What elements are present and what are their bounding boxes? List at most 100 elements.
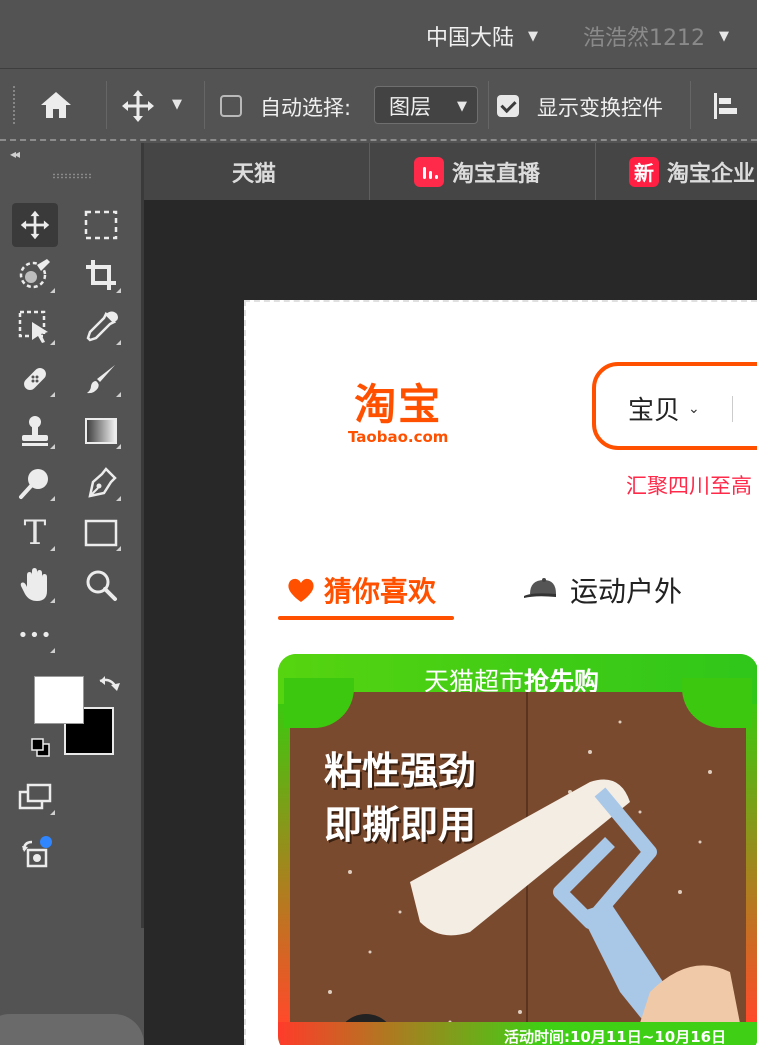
tab-taobao-live[interactable]: 淘宝直播 [414, 143, 540, 200]
menu-bar: 中国大陆 ▼ 浩浩然1212 ▼ [0, 0, 757, 68]
dodge-icon [19, 469, 48, 499]
hand-tool[interactable] [12, 563, 58, 607]
show-transform-controls-checkbox[interactable] [497, 95, 519, 117]
foreground-color-swatch[interactable] [34, 676, 84, 724]
tab-guess-you-like[interactable]: 猜你喜欢 [286, 562, 436, 618]
canvas-area[interactable]: 淘宝 Taobao.com 宝贝 ⌄ 汇聚四川至高 猜你喜欢 运动户外 天猫超市… [144, 200, 757, 1045]
shape-tool[interactable] [78, 511, 124, 555]
tab-label: 运动户外 [570, 575, 683, 608]
align-left-button[interactable] [712, 91, 740, 121]
submenu-indicator [50, 340, 55, 345]
photoshop-window: 中国大陆 ▼ 浩浩然1212 ▼ ▼ 自动选择: 图层 ▼ 显示变换控件 ◂◂ … [0, 0, 757, 1045]
marquee-tool[interactable] [78, 203, 124, 247]
auto-select-target-dropdown[interactable]: 图层 ▼ [374, 86, 478, 124]
zoom-icon [86, 570, 117, 601]
region-selector[interactable]: 中国大陆 ▼ [426, 20, 538, 52]
move-tool-preset[interactable] [120, 89, 156, 122]
promo-dates: 活动时间:10月11日~10月16日 [504, 1028, 727, 1045]
dodge-tool[interactable] [12, 461, 58, 505]
collapse-panel-icon[interactable]: ◂◂ [10, 147, 20, 161]
live-stream-icon [414, 156, 444, 187]
logo-english: Taobao.com [348, 428, 449, 446]
submenu-indicator [50, 392, 55, 397]
submenu-indicator [116, 340, 121, 345]
show-transform-controls-label: 显示变换控件 [537, 96, 663, 120]
tab-tmall[interactable]: 天猫 [232, 143, 276, 200]
product-card[interactable]: 天猫超市抢先购 粘性强劲 即撕即用 活动时间:10月11日~10月16日 [278, 654, 757, 1045]
brush-tool[interactable] [78, 357, 124, 401]
quick-mask-button[interactable] [12, 831, 58, 875]
product-image[interactable]: 粘性强劲 即撕即用 [284, 678, 752, 1045]
rectangle-icon [84, 519, 118, 547]
healing-tool[interactable] [12, 357, 58, 401]
swap-colors-button[interactable] [96, 673, 122, 699]
submenu-indicator [116, 444, 121, 449]
submenu-indicator [116, 546, 121, 551]
panel-grip[interactable] [52, 173, 92, 179]
edit-in-quick-mask-icon [22, 836, 52, 868]
crop-icon [86, 260, 116, 290]
chevron-down-icon: ▼ [528, 28, 539, 44]
submenu-indicator [50, 288, 55, 293]
panel-pill [0, 1014, 144, 1045]
eyedropper-tool[interactable] [78, 305, 124, 349]
stamp-icon [22, 416, 48, 446]
stamp-tool[interactable] [12, 409, 58, 453]
tools-panel: ◂◂ T ••• [0, 143, 144, 928]
frame-tool[interactable] [12, 305, 58, 349]
submenu-indicator [116, 392, 121, 397]
tab-sports-outdoor[interactable]: 运动户外 [522, 562, 682, 618]
type-icon: T [23, 513, 47, 553]
ellipsis-icon: ••• [17, 624, 53, 646]
screen-mode-icon [18, 783, 52, 810]
divider [690, 81, 691, 129]
card-border-left [278, 704, 290, 1022]
quick-select-tool[interactable] [12, 253, 58, 297]
user-account-menu[interactable]: 浩浩然1212 ▼ [583, 20, 729, 52]
promo-link[interactable]: 汇聚四川至高 [626, 470, 752, 500]
search-category-dropdown[interactable]: 宝贝 ⌄ [628, 390, 700, 427]
frame-select-icon [18, 310, 48, 343]
options-bar-grip[interactable] [12, 85, 16, 125]
search-box[interactable]: 宝贝 ⌄ [592, 362, 757, 450]
submenu-indicator [50, 546, 55, 551]
chevron-down-icon: ▼ [457, 99, 467, 114]
active-tab-indicator [278, 616, 454, 620]
tab-taobao-enterprise[interactable]: 新 淘宝企业 [629, 143, 755, 200]
pen-tool[interactable] [78, 461, 124, 505]
search-category-label: 宝贝 [628, 396, 681, 426]
cap-icon [524, 578, 556, 598]
region-label: 中国大陆 [426, 26, 515, 51]
type-tool[interactable]: T [12, 511, 58, 555]
home-button[interactable] [38, 89, 74, 121]
divider [595, 143, 596, 200]
taobao-logo[interactable]: 淘宝 Taobao.com [348, 382, 449, 447]
divider [369, 143, 370, 200]
move-tool[interactable] [12, 203, 58, 247]
user-name: 浩浩然1212 [583, 26, 705, 51]
slogan-line-1: 粘性强劲 [324, 749, 477, 793]
default-colors-button[interactable] [30, 737, 54, 761]
submenu-indicator [50, 810, 55, 815]
auto-select-checkbox[interactable] [220, 95, 242, 117]
document-artboard[interactable]: 淘宝 Taobao.com 宝贝 ⌄ 汇聚四川至高 猜你喜欢 运动户外 天猫超市… [244, 300, 757, 1045]
move-icon [122, 90, 154, 122]
eyedropper-icon [86, 311, 118, 342]
swap-arrows-icon [99, 676, 120, 691]
new-badge: 新 [629, 156, 659, 187]
hand-icon [20, 568, 47, 601]
chevron-down-icon[interactable]: ▼ [172, 97, 182, 112]
auto-select-label: 自动选择: [260, 96, 352, 120]
submenu-indicator [50, 496, 55, 501]
crop-tool[interactable] [78, 253, 124, 297]
submenu-indicator [50, 598, 55, 603]
tab-label: 猜你喜欢 [324, 575, 437, 608]
screen-mode-button[interactable] [12, 775, 58, 819]
gradient-icon [85, 418, 117, 444]
gradient-tool[interactable] [78, 409, 124, 453]
chevron-down-icon: ▼ [719, 28, 729, 44]
zoom-tool[interactable] [78, 563, 124, 607]
more-tools[interactable]: ••• [12, 613, 58, 657]
submenu-indicator [116, 288, 121, 293]
submenu-indicator [50, 444, 55, 449]
